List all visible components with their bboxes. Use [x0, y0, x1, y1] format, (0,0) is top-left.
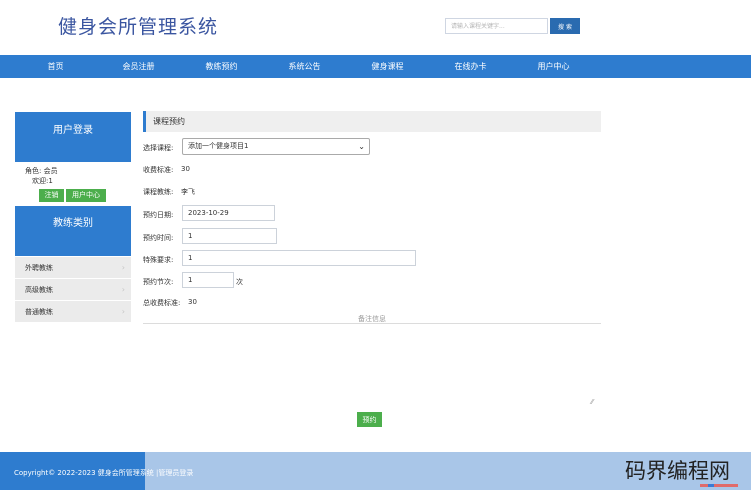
special-label: 特殊要求: — [143, 256, 174, 264]
chevron-right-icon: › — [121, 285, 125, 294]
course-select-value: 添加一个健身项目1 — [188, 142, 249, 150]
remark-textarea[interactable] — [143, 325, 601, 408]
fee-value: 30 — [181, 165, 190, 173]
total-label: 总收费标准: — [143, 299, 181, 307]
admin-login-link[interactable]: |管理员登录 — [156, 469, 193, 477]
time-input[interactable] — [182, 228, 277, 244]
chevron-right-icon: › — [121, 307, 125, 316]
sessions-label: 预约节次: — [143, 278, 174, 286]
user-info: 角色: 会员 欢迎:1 — [25, 166, 58, 186]
search-input[interactable] — [445, 18, 548, 34]
role-label: 角色: — [25, 167, 42, 175]
user-center-button[interactable]: 用户中心 — [66, 189, 106, 202]
coach-category-senior[interactable]: 高级教练 › — [15, 279, 131, 301]
submit-booking-button[interactable]: 预约 — [357, 412, 382, 427]
time-label: 预约时间: — [143, 234, 174, 242]
sessions-unit: 次 — [236, 278, 243, 286]
copyright-text: Copyright© 2022-2023 健身会所管理系统 — [14, 469, 157, 477]
special-input[interactable] — [182, 250, 416, 266]
coach-category-title: 教练类别 — [15, 206, 131, 256]
coach-category-external[interactable]: 外聘教练 › — [15, 257, 131, 279]
remark-divider — [143, 323, 601, 324]
nav-announcements[interactable]: 系统公告 — [263, 55, 346, 78]
search-button[interactable]: 搜 索 — [550, 18, 580, 34]
coach-category-regular[interactable]: 普通教练 › — [15, 301, 131, 323]
site-title: 健身会所管理系统 — [58, 16, 219, 38]
nav-home[interactable]: 首页 — [14, 55, 97, 78]
nav-coach-booking[interactable]: 教练预约 — [180, 55, 263, 78]
sessions-input[interactable] — [182, 272, 234, 288]
total-value: 30 — [188, 298, 197, 306]
welcome-text: 欢迎:1 — [32, 177, 53, 185]
watermark-decoration-icon — [700, 484, 738, 487]
nav-fitness-courses[interactable]: 健身课程 — [346, 55, 429, 78]
coach-category-list: 外聘教练 › 高级教练 › 普通教练 › — [15, 257, 131, 323]
chevron-down-icon: ⌄ — [358, 142, 365, 151]
footer-copyright: Copyright© 2022-2023 健身会所管理系统 |管理员登录 — [14, 468, 193, 478]
nav-user-center[interactable]: 用户中心 — [512, 55, 595, 78]
coach-value: 李飞 — [181, 188, 195, 196]
fee-label: 收费标准: — [143, 166, 174, 174]
resize-handle-icon[interactable]: ⁄⁄ — [591, 398, 593, 406]
logout-button[interactable]: 注销 — [39, 189, 64, 202]
coach-category-label: 普通教练 — [25, 308, 53, 316]
chevron-right-icon: › — [121, 263, 125, 272]
course-select[interactable]: 添加一个健身项目1 ⌄ — [182, 138, 370, 155]
section-title: 课程预约 — [143, 111, 601, 132]
date-input[interactable] — [182, 205, 275, 221]
coach-category-label: 高级教练 — [25, 286, 53, 294]
login-panel-title: 用户登录 — [15, 112, 131, 162]
coach-category-label: 外聘教练 — [25, 264, 53, 272]
watermark: 码界编程网 — [625, 459, 730, 483]
nav-online-card[interactable]: 在线办卡 — [429, 55, 512, 78]
course-label: 选择课程: — [143, 144, 174, 152]
main-navbar: 首页 会员注册 教练预约 系统公告 健身课程 在线办卡 用户中心 — [0, 55, 751, 78]
nav-member-register[interactable]: 会员注册 — [97, 55, 180, 78]
date-label: 预约日期: — [143, 211, 174, 219]
role-value: 会员 — [43, 167, 58, 175]
coach-label: 课程教练: — [143, 188, 174, 196]
